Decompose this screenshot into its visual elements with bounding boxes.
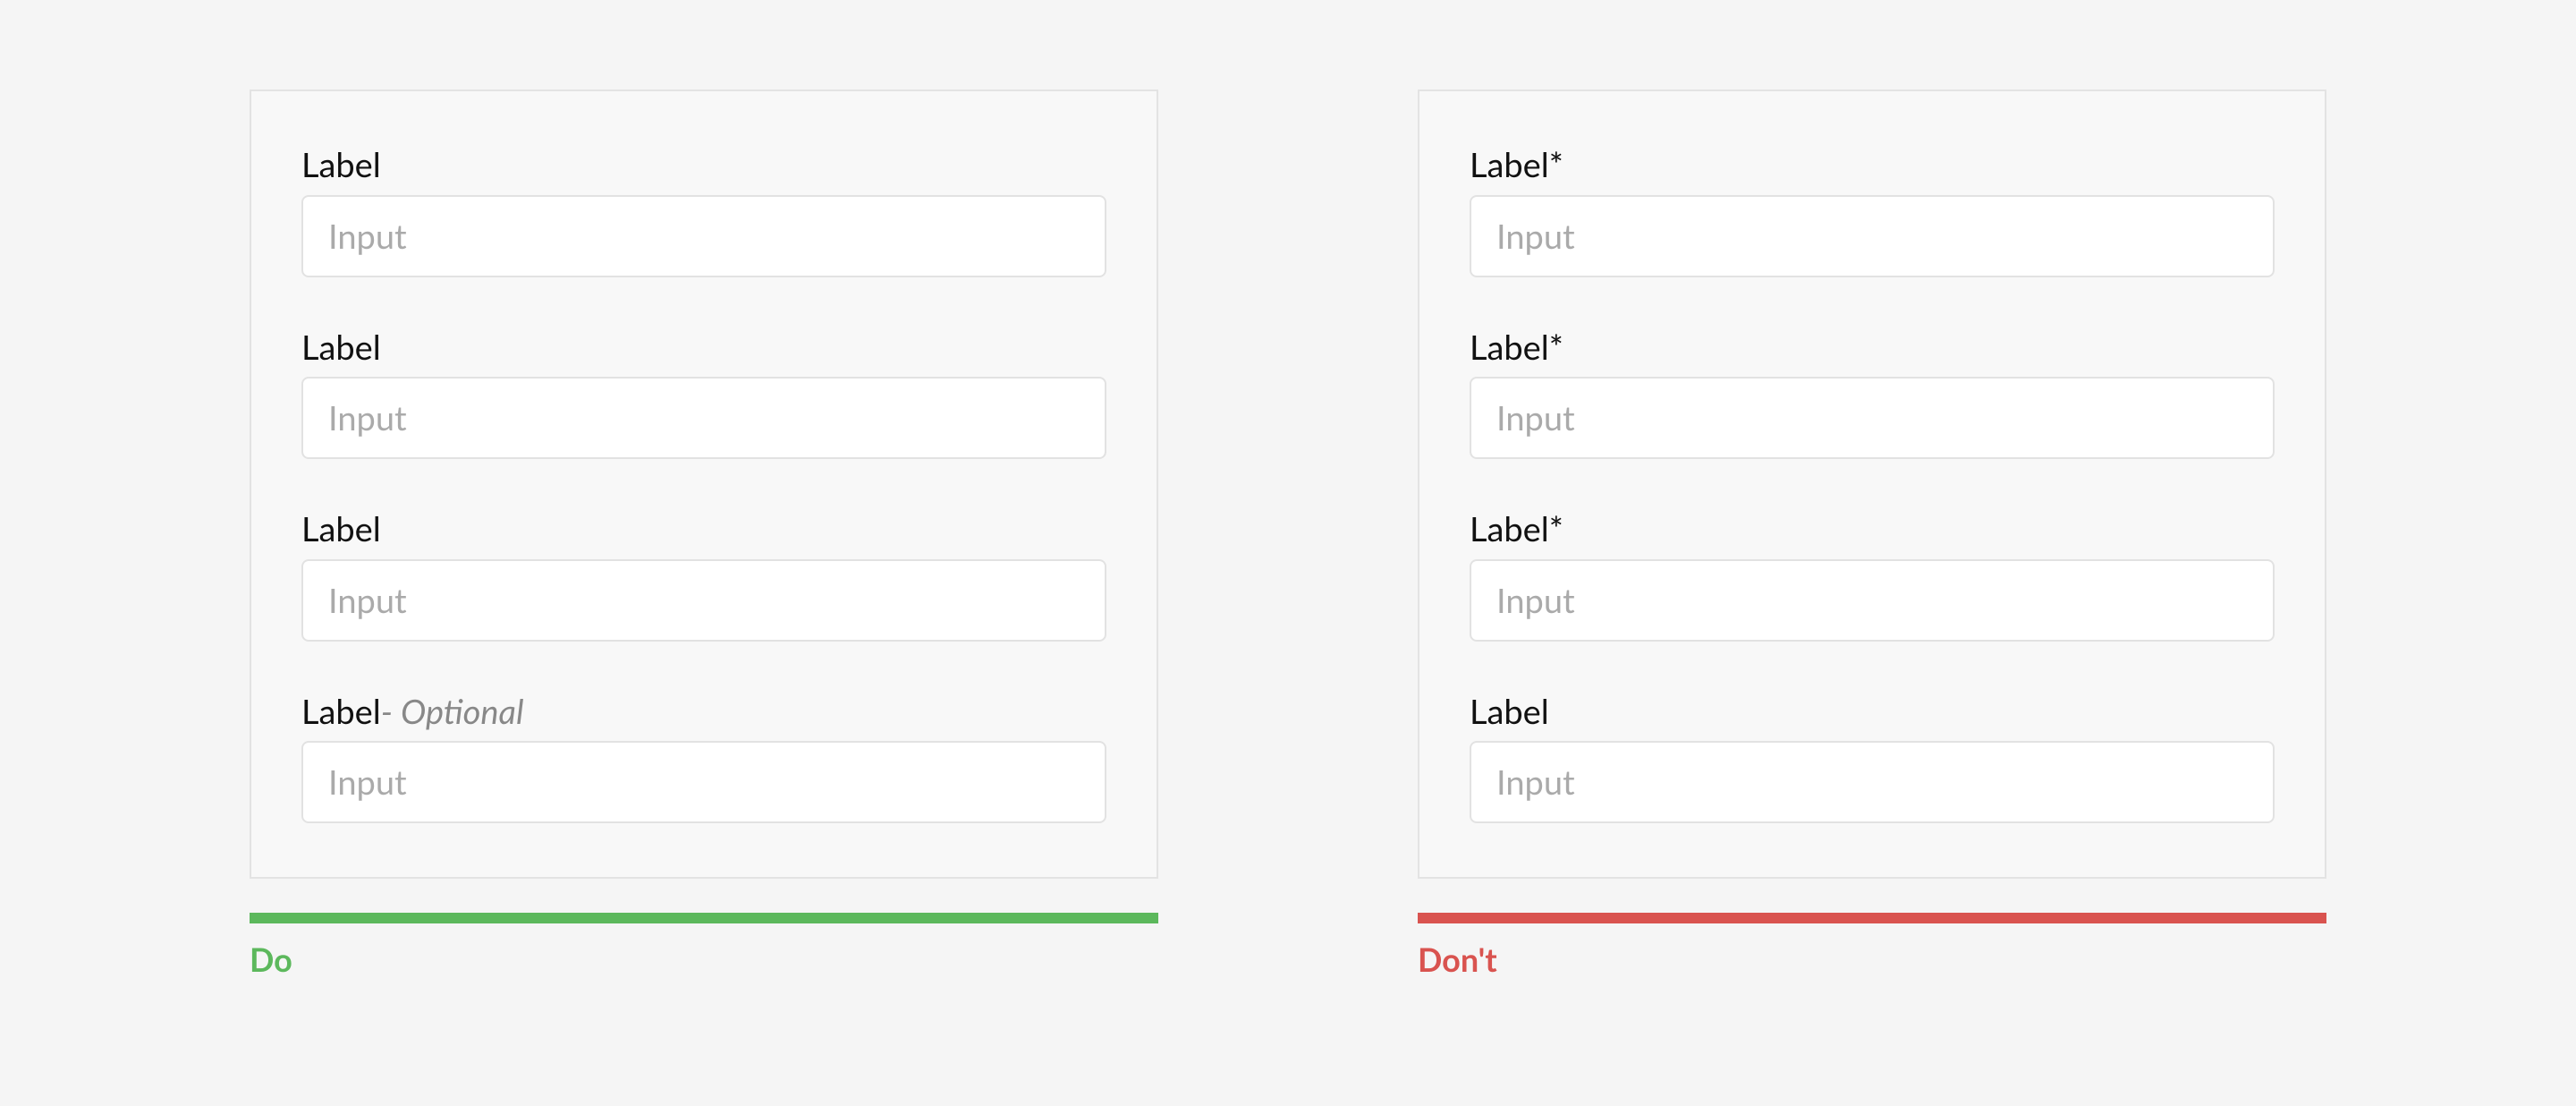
field-label-row: Label	[1470, 692, 2275, 733]
field-label-row: Label - Optional	[301, 692, 1106, 733]
field-label-row: Label	[301, 145, 1106, 186]
text-input[interactable]	[1470, 559, 2275, 642]
field-label: Label	[301, 145, 381, 186]
form-field: Label	[1470, 692, 2275, 824]
do-status-bar	[250, 913, 1158, 923]
do-example-column: Label Label Label Label - Optional	[250, 89, 1158, 979]
form-field: Label	[301, 328, 1106, 460]
text-input[interactable]	[1470, 741, 2275, 823]
field-label: Label	[1470, 509, 1549, 550]
field-label: Label	[301, 509, 381, 550]
dont-status-label: Don't	[1418, 940, 2326, 979]
text-input[interactable]	[301, 559, 1106, 642]
text-input[interactable]	[301, 195, 1106, 277]
field-label-row: Label*	[1470, 145, 2275, 186]
form-field: Label*	[1470, 509, 2275, 642]
form-field: Label - Optional	[301, 692, 1106, 824]
field-label: Label	[1470, 328, 1549, 369]
do-status-label: Do	[250, 940, 1158, 979]
field-label: Label	[1470, 692, 1549, 733]
asterisk-icon: *	[1549, 145, 1563, 186]
dont-form-card: Label* Label* Label* Label	[1418, 89, 2326, 879]
field-label-row: Label*	[1470, 328, 2275, 369]
dont-status-bar	[1418, 913, 2326, 923]
field-label-row: Label	[301, 509, 1106, 550]
form-field: Label*	[1470, 328, 2275, 460]
form-field: Label*	[1470, 145, 2275, 277]
do-form-card: Label Label Label Label - Optional	[250, 89, 1158, 879]
field-label-row: Label*	[1470, 509, 2275, 550]
field-label: Label	[301, 328, 381, 369]
field-label: Label	[301, 692, 381, 733]
text-input[interactable]	[301, 377, 1106, 459]
text-input[interactable]	[1470, 195, 2275, 277]
form-field: Label	[301, 145, 1106, 277]
text-input[interactable]	[1470, 377, 2275, 459]
form-field: Label	[301, 509, 1106, 642]
asterisk-icon: *	[1549, 328, 1563, 369]
text-input[interactable]	[301, 741, 1106, 823]
dont-example-column: Label* Label* Label* Label Don't	[1418, 89, 2326, 979]
field-optional-suffix: - Optional	[381, 692, 524, 733]
field-label: Label	[1470, 145, 1549, 186]
asterisk-icon: *	[1549, 509, 1563, 550]
field-label-row: Label	[301, 328, 1106, 369]
